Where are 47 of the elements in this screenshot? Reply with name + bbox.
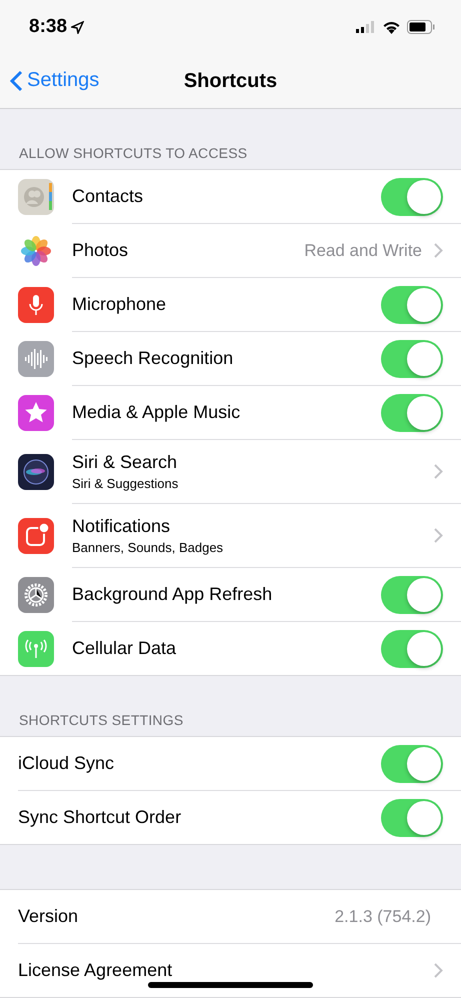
section-header: ALLOW SHORTCUTS TO ACCESS bbox=[18, 144, 248, 163]
antenna-icon bbox=[18, 630, 54, 666]
row-subtitle: Banners, Sounds, Badges bbox=[72, 540, 224, 555]
toggle-switch[interactable] bbox=[381, 630, 443, 668]
chevron-icon bbox=[434, 464, 443, 479]
row-label[interactable]: Speech Recognition bbox=[72, 348, 381, 369]
section-header: SHORTCUTS SETTINGS bbox=[18, 711, 184, 730]
toggle-switch[interactable] bbox=[381, 340, 443, 378]
row-label[interactable]: iCloud Sync bbox=[18, 753, 381, 774]
toggle-switch[interactable] bbox=[381, 178, 443, 216]
toggle-switch[interactable] bbox=[381, 394, 443, 432]
back-chevron-icon bbox=[10, 70, 23, 92]
chevron-icon bbox=[434, 243, 443, 258]
row-subtitle: Siri & Suggestions bbox=[72, 476, 180, 491]
flower-icon bbox=[18, 233, 54, 269]
row-label[interactable]: Notifications bbox=[72, 516, 434, 537]
contacts-icon bbox=[18, 179, 54, 215]
detail-value: 2.1.3 (754.2) bbox=[334, 906, 431, 926]
row-label[interactable]: Siri & Search bbox=[72, 452, 434, 473]
chevron-icon bbox=[434, 528, 443, 543]
wifi-icon bbox=[382, 20, 401, 34]
toggle-switch[interactable] bbox=[381, 576, 443, 614]
location-arrow-icon bbox=[71, 20, 84, 34]
toggle-switch[interactable] bbox=[381, 744, 443, 782]
row-label[interactable]: Version bbox=[18, 906, 335, 927]
row-label[interactable]: License Agreement bbox=[18, 960, 434, 981]
row-label[interactable]: Photos bbox=[72, 240, 304, 261]
detail-value: Read and Write bbox=[304, 240, 422, 260]
chevron-icon bbox=[434, 963, 443, 978]
row-label[interactable]: Media & Apple Music bbox=[72, 402, 381, 423]
back-button[interactable]: Settings bbox=[10, 69, 100, 92]
orb-icon bbox=[18, 454, 54, 490]
battery-icon bbox=[407, 20, 435, 34]
row-label[interactable]: Contacts bbox=[72, 186, 381, 207]
page-title: Shortcuts bbox=[184, 70, 278, 92]
microphone-icon bbox=[18, 287, 54, 323]
row-label[interactable]: Microphone bbox=[72, 294, 381, 315]
status-time: 8:38 bbox=[29, 16, 84, 38]
toggle-switch[interactable] bbox=[381, 286, 443, 324]
row-label[interactable]: Background App Refresh bbox=[72, 584, 381, 605]
toggle-switch[interactable] bbox=[381, 798, 443, 836]
row-label[interactable]: Sync Shortcut Order bbox=[18, 807, 381, 828]
gear-icon bbox=[18, 577, 54, 613]
row-label[interactable]: Cellular Data bbox=[72, 638, 381, 659]
notification-icon bbox=[18, 518, 54, 554]
signal-icon bbox=[356, 21, 376, 33]
waveform-icon bbox=[18, 341, 54, 377]
